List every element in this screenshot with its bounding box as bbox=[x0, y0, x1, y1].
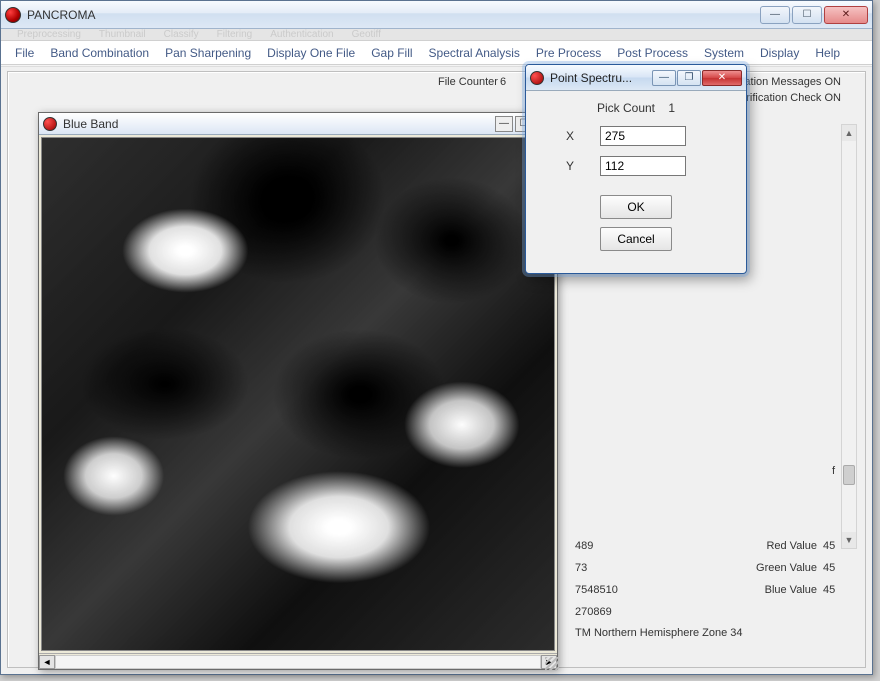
green-value-label: Green Value bbox=[655, 562, 823, 574]
disabled-toolbar: Preprocessing Thumbnail Classify Filteri… bbox=[1, 29, 872, 41]
band-image[interactable] bbox=[42, 138, 554, 650]
child-horizontal-scrollbar[interactable]: ◄ ► bbox=[39, 653, 557, 669]
child-titlebar[interactable]: Blue Band — ☐ ✕ bbox=[39, 113, 557, 135]
window-controls: — ☐ ✕ bbox=[758, 6, 868, 24]
message-log-scrollbar[interactable]: ▲ f ▼ bbox=[841, 124, 857, 549]
menu-help[interactable]: Help bbox=[807, 43, 848, 63]
green-value: 45 bbox=[823, 562, 847, 574]
y-input[interactable] bbox=[600, 156, 686, 176]
y-row: Y bbox=[540, 151, 732, 181]
info-row: 7548510 Blue Value 45 bbox=[575, 579, 847, 601]
scroll-thumb[interactable] bbox=[843, 465, 855, 485]
dialog-buttons: OK Cancel bbox=[540, 195, 732, 251]
dialog-close-button[interactable]: ✕ bbox=[702, 70, 742, 86]
ghost-item: Preprocessing bbox=[17, 29, 81, 40]
info-row: 489 Red Value 45 bbox=[575, 535, 847, 557]
red-value: 45 bbox=[823, 540, 847, 552]
utm-zone-text: TM Northern Hemisphere Zone 34 bbox=[575, 627, 847, 639]
minimize-button[interactable]: — bbox=[760, 6, 790, 24]
maximize-button[interactable]: ☐ bbox=[792, 6, 822, 24]
close-button[interactable]: ✕ bbox=[824, 6, 868, 24]
info-row: 73 Green Value 45 bbox=[575, 557, 847, 579]
dialog-maximize-button[interactable]: ❐ bbox=[677, 70, 701, 86]
dialog-minimize-button[interactable]: — bbox=[652, 70, 676, 86]
dialog-icon bbox=[530, 71, 544, 85]
info-left-value: 7548510 bbox=[575, 584, 655, 596]
file-counter-value: 6 bbox=[500, 76, 506, 88]
x-input[interactable] bbox=[600, 126, 686, 146]
blue-value-label: Blue Value bbox=[655, 584, 823, 596]
dialog-title-text: Point Spectru... bbox=[550, 71, 652, 85]
info-row: 270869 bbox=[575, 601, 847, 623]
info-left-value: 270869 bbox=[575, 606, 655, 618]
blue-band-window[interactable]: Blue Band — ☐ ✕ ◄ ► bbox=[38, 112, 558, 670]
ghost-item: Thumbnail bbox=[99, 29, 146, 40]
info-left-value: 489 bbox=[575, 540, 655, 552]
menu-spectral-analysis[interactable]: Spectral Analysis bbox=[421, 43, 528, 63]
x-label: X bbox=[540, 129, 600, 143]
app-title: PANCROMA bbox=[27, 8, 95, 22]
menu-file[interactable]: File bbox=[7, 43, 42, 63]
menu-system[interactable]: System bbox=[696, 43, 752, 63]
scroll-track[interactable] bbox=[55, 655, 541, 669]
scroll-left-arrow-icon[interactable]: ◄ bbox=[39, 655, 55, 669]
dialog-window-controls: — ❐ ✕ bbox=[652, 70, 742, 86]
menu-pre-process[interactable]: Pre Process bbox=[528, 43, 609, 63]
cancel-button[interactable]: Cancel bbox=[600, 227, 672, 251]
pick-count-row: Pick Count 1 bbox=[540, 101, 732, 115]
app-icon bbox=[5, 7, 21, 23]
band-image-viewport[interactable] bbox=[41, 137, 555, 651]
menu-pan-sharpening[interactable]: Pan Sharpening bbox=[157, 43, 259, 63]
ghost-item: Authentication bbox=[270, 29, 333, 40]
info-left-value: 73 bbox=[575, 562, 655, 574]
child-minimize-button[interactable]: — bbox=[495, 116, 513, 132]
titlebar[interactable]: PANCROMA — ☐ ✕ bbox=[1, 1, 872, 29]
menubar: File Band Combination Pan Sharpening Dis… bbox=[1, 41, 872, 65]
dialog-titlebar[interactable]: Point Spectru... — ❐ ✕ bbox=[526, 65, 746, 91]
ghost-item: Filtering bbox=[217, 29, 253, 40]
child-title-text: Blue Band bbox=[63, 117, 493, 131]
menu-display[interactable]: Display bbox=[752, 43, 807, 63]
resize-grip-icon[interactable] bbox=[545, 657, 559, 671]
file-counter-label: File Counter bbox=[438, 76, 498, 88]
log-text-fragment: f bbox=[832, 465, 835, 477]
ghost-item: Geotiff bbox=[352, 29, 381, 40]
pick-count-value: 1 bbox=[668, 101, 675, 115]
ghost-item: Classify bbox=[164, 29, 199, 40]
menu-band-combination[interactable]: Band Combination bbox=[42, 43, 157, 63]
menu-display-one-file[interactable]: Display One File bbox=[259, 43, 363, 63]
menu-post-process[interactable]: Post Process bbox=[609, 43, 696, 63]
menu-gap-fill[interactable]: Gap Fill bbox=[363, 43, 420, 63]
blue-value: 45 bbox=[823, 584, 847, 596]
red-value-label: Red Value bbox=[655, 540, 823, 552]
ok-button[interactable]: OK bbox=[600, 195, 672, 219]
scroll-up-arrow-icon[interactable]: ▲ bbox=[842, 125, 856, 141]
x-row: X bbox=[540, 121, 732, 151]
dialog-body: Pick Count 1 X Y OK Cancel bbox=[526, 91, 746, 257]
point-spectrum-dialog[interactable]: Point Spectru... — ❐ ✕ Pick Count 1 X Y … bbox=[525, 64, 747, 274]
y-label: Y bbox=[540, 159, 600, 173]
pixel-info-panel: 489 Red Value 45 73 Green Value 45 75485… bbox=[575, 535, 847, 639]
child-window-icon bbox=[43, 117, 57, 131]
pick-count-label: Pick Count bbox=[597, 101, 655, 115]
